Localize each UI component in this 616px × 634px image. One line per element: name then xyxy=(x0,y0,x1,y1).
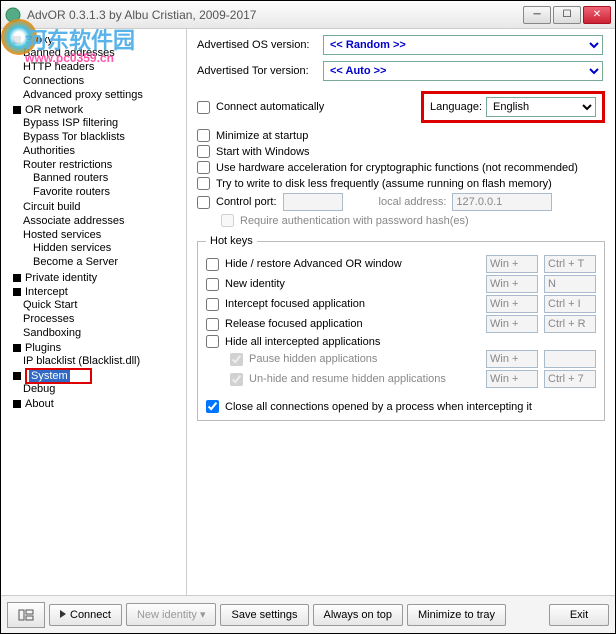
tree-adv-proxy[interactable]: Advanced proxy settings xyxy=(23,88,184,102)
hk-pause-label: Pause hidden applications xyxy=(249,353,377,365)
min-startup-check[interactable] xyxy=(197,129,210,142)
tree-processes[interactable]: Processes xyxy=(23,312,184,326)
local-addr-label: local address: xyxy=(379,196,447,208)
app-icon xyxy=(5,7,21,23)
hk-newid-win xyxy=(486,275,538,293)
control-port-input xyxy=(283,193,343,211)
hotkeys-legend: Hot keys xyxy=(206,235,257,247)
tree-connections[interactable]: Connections xyxy=(23,74,184,88)
req-auth-check xyxy=(221,214,234,227)
tree-private-identity[interactable]: Private identity xyxy=(13,271,184,285)
exit-button[interactable]: Exit xyxy=(549,604,609,626)
control-port-check[interactable] xyxy=(197,196,210,209)
tree-debug[interactable]: Debug xyxy=(23,382,184,396)
hk-newid-check[interactable] xyxy=(206,278,219,291)
adv-os-label: Advertised OS version: xyxy=(197,39,317,51)
adv-os-select[interactable]: << Random >> xyxy=(323,35,603,55)
close-button[interactable]: ✕ xyxy=(583,6,611,24)
hk-newid-key xyxy=(544,275,596,293)
hw-accel-label: Use hardware acceleration for cryptograp… xyxy=(216,162,578,174)
control-port-label: Control port: xyxy=(216,196,277,208)
hk-unhide-label: Un-hide and resume hidden applications xyxy=(249,373,446,385)
tree-bypass-isp[interactable]: Bypass ISP filtering xyxy=(23,116,184,130)
layout-icon xyxy=(18,609,34,621)
titlebar: AdvOR 0.3.1.3 by Albu Cristian, 2009-201… xyxy=(1,1,615,29)
tree-bypass-tor[interactable]: Bypass Tor blacklists xyxy=(23,130,184,144)
hk-hide-win xyxy=(486,255,538,273)
tree-banned-routers[interactable]: Banned routers xyxy=(33,171,184,185)
tree-circuit-build[interactable]: Circuit build xyxy=(23,200,184,214)
minimize-button[interactable]: ─ xyxy=(523,6,551,24)
tree-hidden-services[interactable]: Hidden services xyxy=(33,241,184,255)
start-windows-check[interactable] xyxy=(197,145,210,158)
language-label: Language: xyxy=(430,101,482,113)
hk-intf-label: Intercept focused application xyxy=(225,298,365,310)
hk-relf-check[interactable] xyxy=(206,318,219,331)
req-auth-label: Require authentication with password has… xyxy=(240,215,469,227)
language-select[interactable]: English xyxy=(486,97,596,117)
hw-accel-check[interactable] xyxy=(197,161,210,174)
hotkeys-group: Hot keys Hide / restore Advanced OR wind… xyxy=(197,235,605,421)
hk-newid-label: New identity xyxy=(225,278,285,290)
tree-quick-start[interactable]: Quick Start xyxy=(23,298,184,312)
adv-tor-label: Advertised Tor version: xyxy=(197,65,317,77)
tree-proxy[interactable]: Proxy Banned addresses HTTP headers Conn… xyxy=(13,33,184,103)
start-windows-label: Start with Windows xyxy=(216,146,310,158)
hk-hideall-key xyxy=(544,350,596,368)
hk-hideall-label: Hide all intercepted applications xyxy=(225,336,380,348)
tree-hosted-services[interactable]: Hosted services Hidden services Become a… xyxy=(23,228,184,270)
hk-intf-key xyxy=(544,295,596,313)
connect-button[interactable]: Connect xyxy=(49,604,122,626)
hk-intf-win xyxy=(486,295,538,313)
hk-intf-check[interactable] xyxy=(206,298,219,311)
tree-http-headers[interactable]: HTTP headers xyxy=(23,60,184,74)
main-panel: Advertised OS version: << Random >> Adve… xyxy=(187,29,615,595)
tree-or-network[interactable]: OR network Bypass ISP filtering Bypass T… xyxy=(13,103,184,271)
new-identity-button: New identity ▾ xyxy=(126,603,217,626)
window-title: AdvOR 0.3.1.3 by Albu Cristian, 2009-201… xyxy=(27,8,523,22)
hk-unhide-win xyxy=(486,370,538,388)
maximize-button[interactable]: ☐ xyxy=(553,6,581,24)
tree-banned-addresses[interactable]: Banned addresses xyxy=(23,46,184,60)
local-addr-input xyxy=(452,193,552,211)
tree-system[interactable]: System Debug xyxy=(13,369,184,397)
hk-relf-label: Release focused application xyxy=(225,318,363,330)
adv-tor-select[interactable]: << Auto >> xyxy=(323,61,603,81)
hk-hideall-check[interactable] xyxy=(206,335,219,348)
hk-hide-check[interactable] xyxy=(206,258,219,271)
tree-intercept[interactable]: Intercept Quick Start Processes Sandboxi… xyxy=(13,285,184,341)
language-box: Language: English xyxy=(421,91,605,123)
flash-write-label: Try to write to disk less frequently (as… xyxy=(216,178,552,190)
flash-write-check[interactable] xyxy=(197,177,210,190)
play-icon xyxy=(60,610,66,618)
tree-ip-blacklist[interactable]: IP blacklist (Blacklist.dll) xyxy=(23,354,184,368)
connect-auto-label: Connect automatically xyxy=(216,101,324,113)
tree-associate-addr[interactable]: Associate addresses xyxy=(23,214,184,228)
save-settings-button[interactable]: Save settings xyxy=(220,604,308,626)
hk-unhide-key xyxy=(544,370,596,388)
hk-pause-check xyxy=(230,353,243,366)
hk-unhide-check xyxy=(230,373,243,386)
minimize-tray-button[interactable]: Minimize to tray xyxy=(407,604,506,626)
nav-tree: Proxy Banned addresses HTTP headers Conn… xyxy=(1,29,187,595)
tree-become-server[interactable]: Become a Server xyxy=(33,255,184,269)
tree-authorities[interactable]: Authorities xyxy=(23,144,184,158)
bottom-toolbar: Connect New identity ▾ Save settings Alw… xyxy=(1,595,615,633)
layout-button[interactable] xyxy=(7,602,45,628)
hk-hide-label: Hide / restore Advanced OR window xyxy=(225,258,402,270)
tree-router-restrict[interactable]: Router restrictions Banned routers Favor… xyxy=(23,158,184,200)
tree-about[interactable]: About xyxy=(13,397,184,411)
hk-hideall-win xyxy=(486,350,538,368)
tree-favorite-routers[interactable]: Favorite routers xyxy=(33,185,184,199)
tree-sandboxing[interactable]: Sandboxing xyxy=(23,326,184,340)
min-startup-label: Minimize at startup xyxy=(216,130,308,142)
closeall-label: Close all connections opened by a proces… xyxy=(225,401,532,413)
connect-auto-check[interactable] xyxy=(197,101,210,114)
hk-relf-win xyxy=(486,315,538,333)
hk-hide-key xyxy=(544,255,596,273)
always-on-top-button[interactable]: Always on top xyxy=(313,604,403,626)
closeall-check[interactable] xyxy=(206,400,219,413)
tree-plugins[interactable]: Plugins IP blacklist (Blacklist.dll) xyxy=(13,341,184,369)
hk-relf-key xyxy=(544,315,596,333)
